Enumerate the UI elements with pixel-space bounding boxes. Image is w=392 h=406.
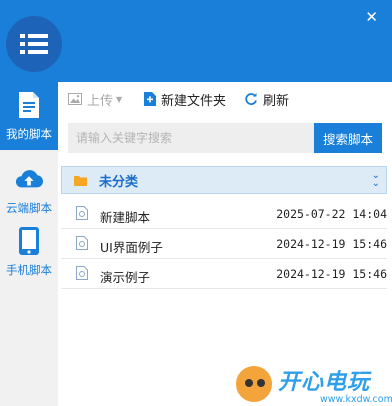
add-file-icon [144,92,156,106]
sidebar: 我的脚本 云端脚本 手机脚本 [0,82,58,406]
watermark: 开心电玩 www.kxdw.com [234,362,392,406]
refresh-icon [244,92,258,106]
sidebar-item-my-scripts[interactable]: 我的脚本 [0,82,58,150]
script-file-icon [76,206,88,223]
sidebar-item-cloud-scripts[interactable]: 云端脚本 [0,156,58,224]
refresh-label: 刷新 [263,93,290,109]
mascot-icon [234,364,274,404]
sidebar-item-phone-scripts[interactable]: 手机脚本 [0,218,58,286]
file-name: 新建脚本 [100,210,151,225]
script-file-icon [76,236,88,253]
sidebar-item-label: 云端脚本 [6,201,52,215]
file-date: 2024-12-19 15:46 [276,267,387,281]
upload-button[interactable]: 上传 ▼ [68,90,123,109]
close-icon[interactable]: ✕ [365,10,378,25]
watermark-text: 开心电玩 [278,370,371,395]
main-content: 上传 ▼ 新建文件夹 刷新 搜索脚本 未分类 ⌄⌄ [58,82,392,406]
refresh-button[interactable]: 刷新 [244,90,290,109]
search-button[interactable]: 搜索脚本 [314,123,382,153]
group-header[interactable]: 未分类 ⌄ ⌄ [61,166,387,194]
list-icon [20,34,48,54]
file-date: 2025-07-22 14:04 [276,207,387,221]
group-name: 未分类 [99,174,139,190]
file-name: 演示例子 [100,270,151,285]
sidebar-item-label: 手机脚本 [6,263,52,277]
folder-icon [74,175,87,186]
list-item[interactable]: 演示例子 2024-12-19 15:46 [61,259,387,289]
search-bar: 搜索脚本 [68,123,382,153]
sidebar-item-label: 我的脚本 [6,127,52,141]
cloud-upload-icon [15,164,43,194]
phone-icon [15,226,43,256]
upload-label: 上传 [87,93,114,109]
image-icon [68,93,82,105]
title-bar: ✕ [0,0,392,82]
list-item[interactable]: 新建脚本 2025-07-22 14:04 [61,199,387,229]
document-icon [15,90,43,120]
script-list: 新建脚本 2025-07-22 14:04 UI界面例子 2024-12-19 … [61,199,387,289]
list-item[interactable]: UI界面例子 2024-12-19 15:46 [61,229,387,259]
chevron-double-down-icon[interactable]: ⌄ ⌄ [372,171,380,189]
file-date: 2024-12-19 15:46 [276,237,387,251]
file-name: UI界面例子 [100,240,163,255]
new-folder-label: 新建文件夹 [161,93,227,109]
toolbar: 上传 ▼ 新建文件夹 刷新 [58,82,392,116]
chevron-down-icon: ▼ [116,94,123,104]
search-input[interactable] [68,123,314,153]
watermark-url: www.kxdw.com [320,394,392,405]
script-file-icon [76,266,88,283]
new-folder-button[interactable]: 新建文件夹 [144,90,227,109]
app-logo [6,16,62,72]
